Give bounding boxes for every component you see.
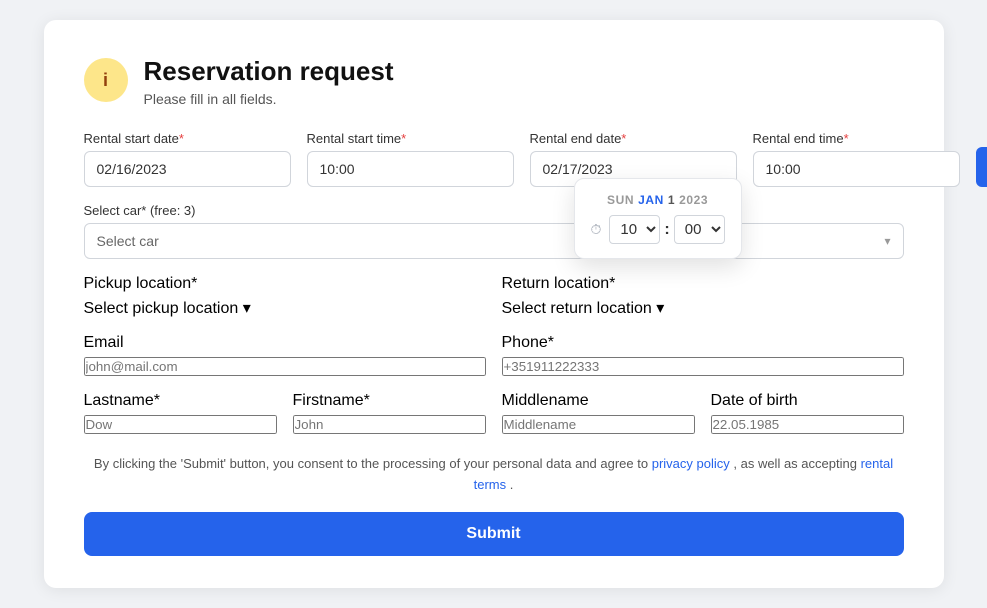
- rental-end-time-field: Rental end time*: [753, 131, 960, 187]
- timepicker-date-label: SUN JAN 1 2023: [607, 193, 708, 207]
- timepicker-popup: SUN JAN 1 2023 ⏱ 10 11 12 : 00 15 30 45: [574, 178, 742, 259]
- select-car-row: Select car* (free: 3) Select car ▾: [84, 203, 904, 259]
- rental-start-time-input[interactable]: [307, 151, 514, 187]
- phone-label: Phone*: [502, 334, 904, 352]
- card-header: i Reservation request Please fill in all…: [84, 56, 904, 107]
- footer-text: By clicking the 'Submit' button, you con…: [84, 454, 904, 496]
- select-car-value: Select car: [97, 233, 159, 249]
- timepicker-day: SUN: [607, 193, 634, 207]
- select-car-field: Select car* (free: 3) Select car ▾: [84, 203, 904, 259]
- submit-button[interactable]: Submit: [84, 512, 904, 556]
- chevron-down-icon: ▾: [243, 300, 251, 317]
- middlename-label: Middlename: [502, 392, 695, 410]
- rental-start-date-label: Rental start date*: [84, 131, 291, 146]
- pickup-location-dropdown[interactable]: Select pickup location ▾: [84, 298, 486, 318]
- rental-start-time-field: Rental start time*: [307, 131, 514, 187]
- clock-icon: ⏱: [591, 221, 602, 238]
- phone-field: Phone*: [502, 334, 904, 376]
- timepicker-minute-select[interactable]: 00 15 30 45: [674, 215, 725, 244]
- info-icon: i: [84, 58, 128, 102]
- dob-input[interactable]: [711, 415, 904, 434]
- rental-start-date-field: Rental start date*: [84, 131, 291, 187]
- pickup-location-field: Pickup location* Select pickup location …: [84, 275, 486, 318]
- timepicker-month: JAN: [638, 193, 664, 207]
- return-location-field: Return location* Select return location …: [502, 275, 904, 318]
- email-input[interactable]: [84, 357, 486, 376]
- chevron-down-icon: ▾: [656, 300, 664, 317]
- rental-start-time-label: Rental start time*: [307, 131, 514, 146]
- return-location-label: Return location*: [502, 275, 904, 293]
- personal-row: Lastname* Firstname* Middlename Date of …: [84, 392, 904, 434]
- contact-row: Email Phone*: [84, 334, 904, 376]
- timepicker-date: 1: [668, 193, 675, 207]
- select-car-dropdown[interactable]: Select car ▾: [84, 223, 904, 259]
- header-text: Reservation request Please fill in all f…: [144, 56, 394, 107]
- firstname-field: Firstname*: [293, 392, 486, 434]
- rental-end-date-label: Rental end date*: [530, 131, 737, 146]
- dob-field: Date of birth: [711, 392, 904, 434]
- email-field: Email: [84, 334, 486, 376]
- dates-row: Rental start date* Rental start time* Re…: [84, 131, 904, 187]
- rental-end-time-input[interactable]: [753, 151, 960, 187]
- timepicker-hour-select[interactable]: 10 11 12: [609, 215, 660, 244]
- email-label: Email: [84, 334, 486, 352]
- phone-input[interactable]: [502, 357, 904, 376]
- reservation-card: i Reservation request Please fill in all…: [44, 20, 944, 588]
- lastname-label: Lastname*: [84, 392, 277, 410]
- middlename-input[interactable]: [502, 415, 695, 434]
- timepicker-year: 2023: [679, 193, 708, 207]
- pickup-location-value: Select pickup location: [84, 300, 239, 317]
- timepicker-time: ⏱ 10 11 12 : 00 15 30 45: [591, 215, 725, 244]
- return-location-dropdown[interactable]: Select return location ▾: [502, 298, 904, 318]
- location-row: Pickup location* Select pickup location …: [84, 275, 904, 318]
- search-button[interactable]: Search: [976, 147, 987, 187]
- dob-label: Date of birth: [711, 392, 904, 410]
- select-car-label: Select car* (free: 3): [84, 203, 904, 218]
- firstname-label: Firstname*: [293, 392, 486, 410]
- chevron-down-icon: ▾: [884, 234, 890, 248]
- lastname-input[interactable]: [84, 415, 277, 434]
- middlename-field: Middlename: [502, 392, 695, 434]
- lastname-field: Lastname*: [84, 392, 277, 434]
- page-subtitle: Please fill in all fields.: [144, 91, 394, 107]
- firstname-input[interactable]: [293, 415, 486, 434]
- timepicker-colon: :: [664, 221, 669, 239]
- rental-end-time-label: Rental end time*: [753, 131, 960, 146]
- pickup-location-label: Pickup location*: [84, 275, 486, 293]
- rental-start-date-input[interactable]: [84, 151, 291, 187]
- return-location-value: Select return location: [502, 300, 652, 317]
- page-title: Reservation request: [144, 56, 394, 87]
- privacy-policy-link[interactable]: privacy policy: [652, 456, 730, 471]
